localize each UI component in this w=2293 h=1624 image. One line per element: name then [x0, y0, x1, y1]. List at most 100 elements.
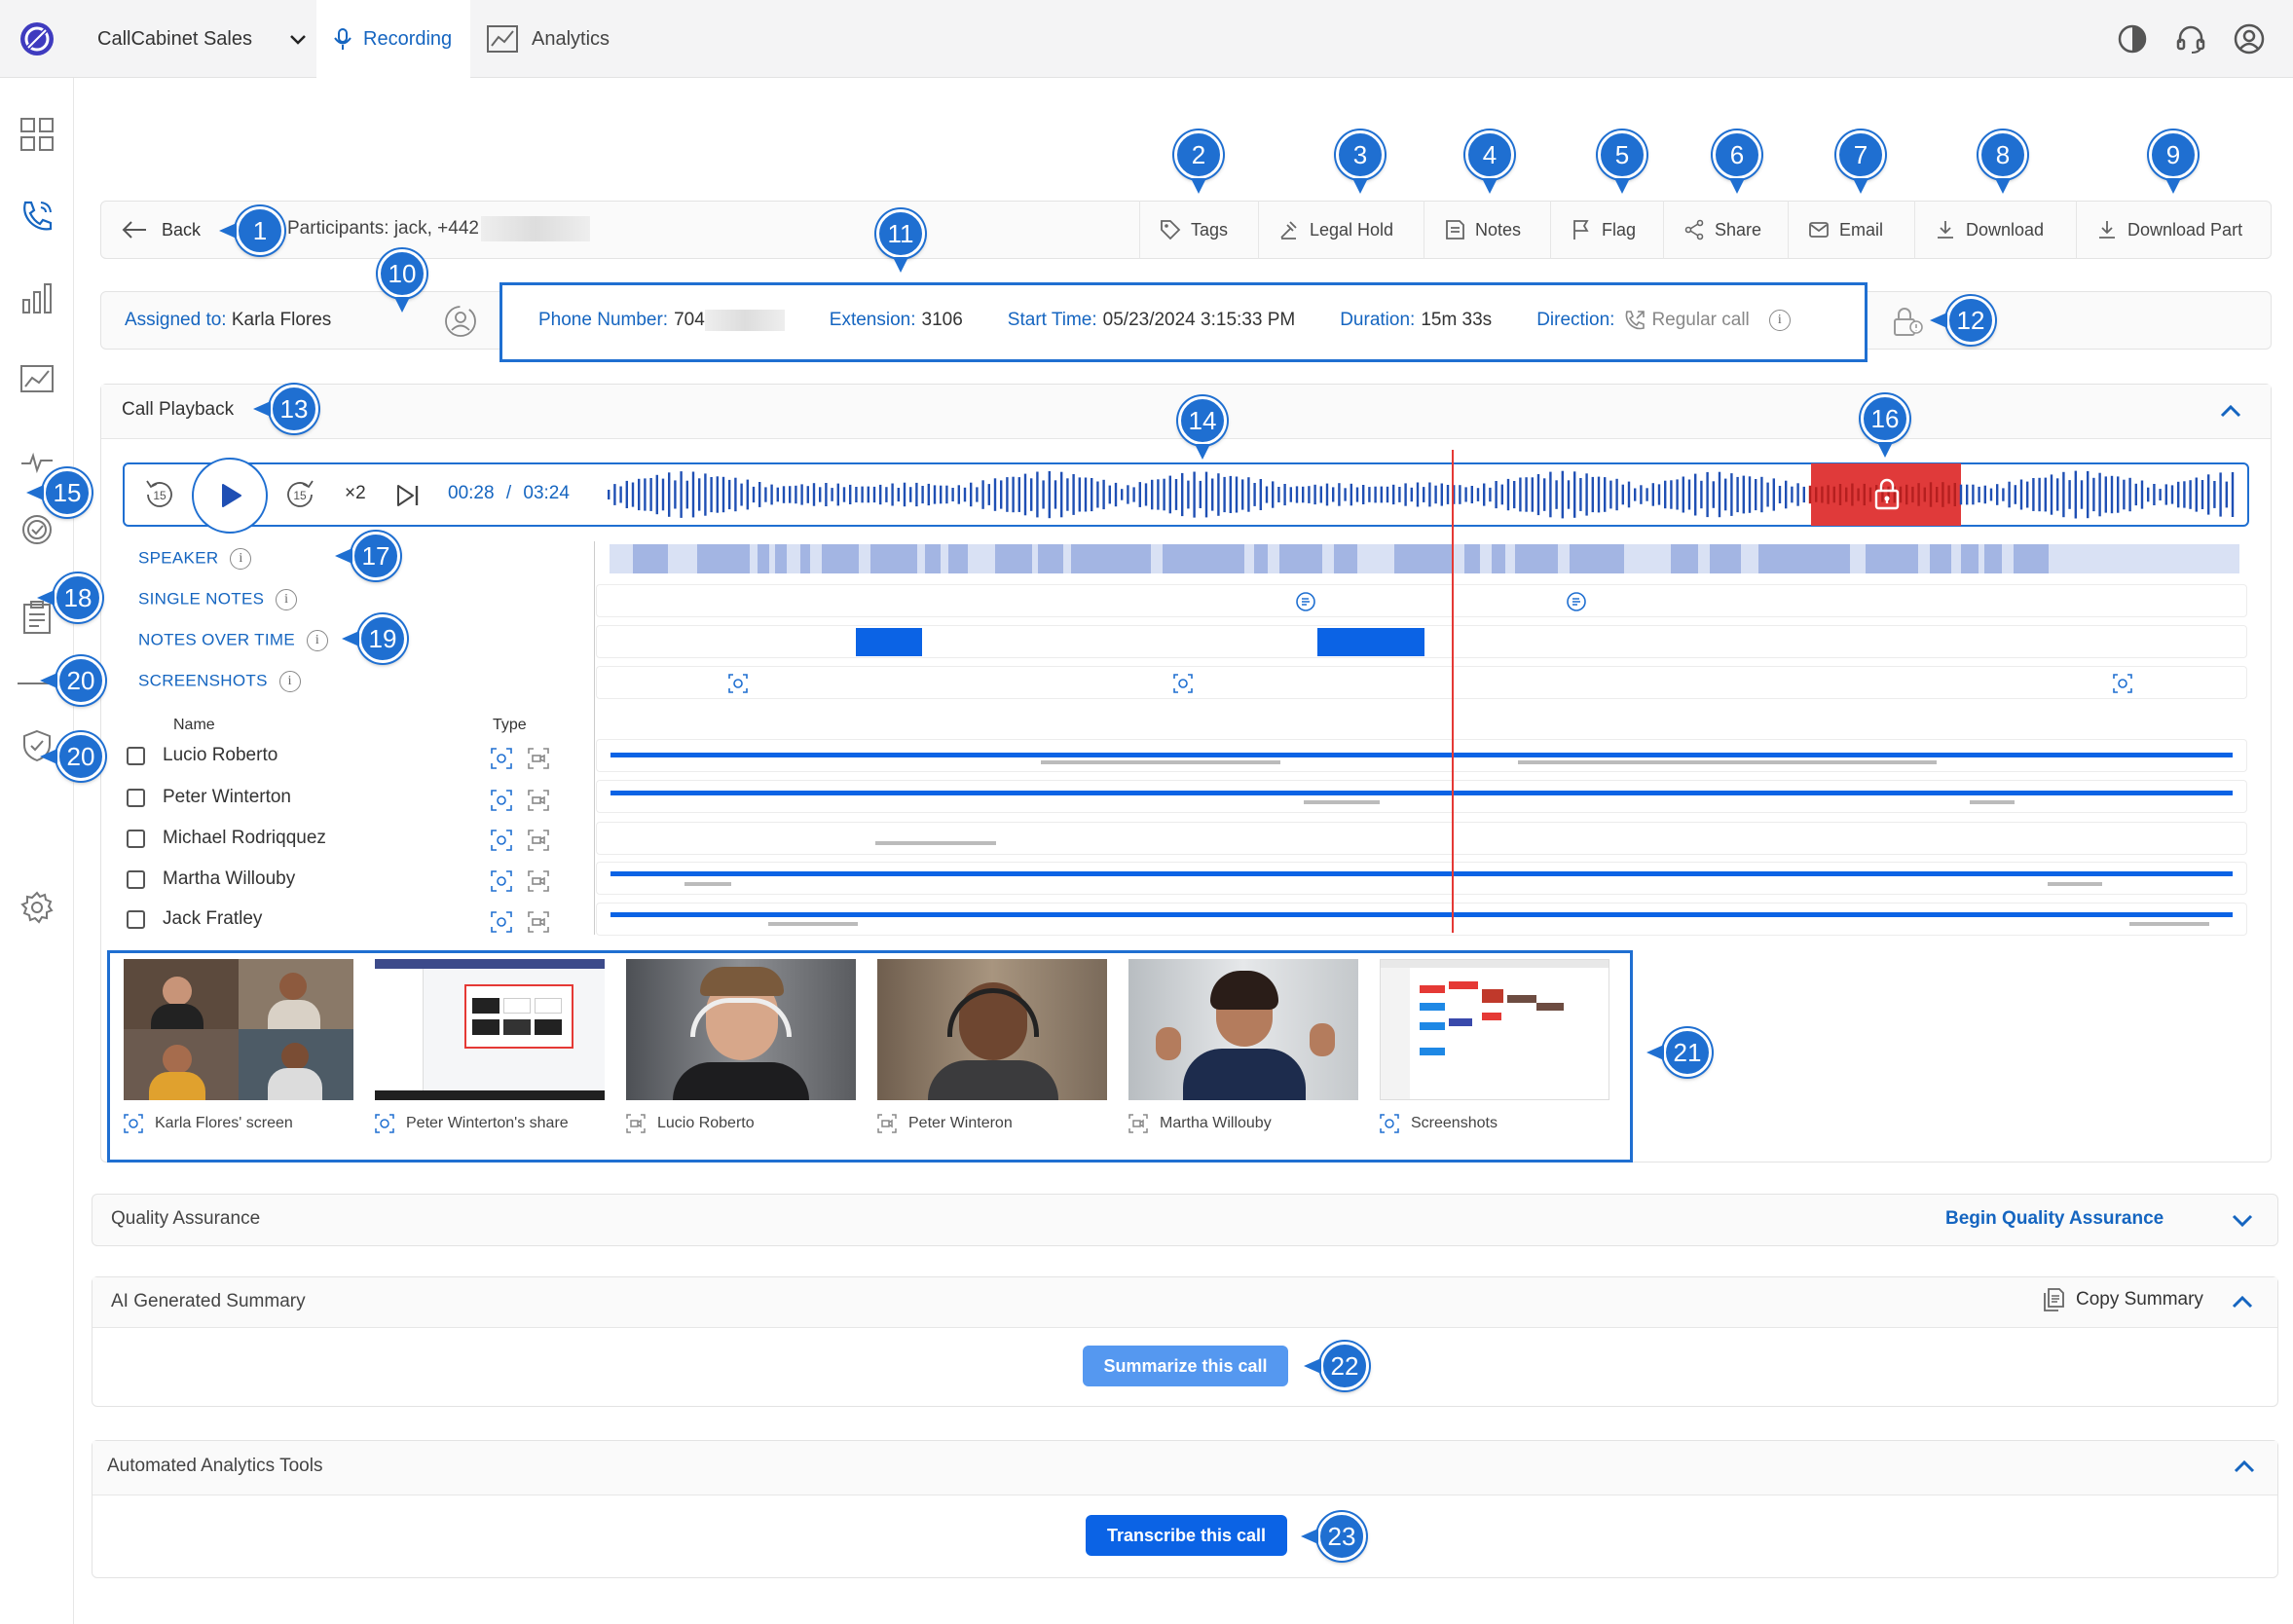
note-marker-icon[interactable]	[1566, 591, 1587, 612]
audio-waveform[interactable]	[606, 465, 2238, 524]
speaker-segment[interactable]	[775, 544, 787, 573]
flag-button[interactable]: Flag	[1550, 201, 1663, 259]
lock-icon[interactable]	[1889, 304, 1924, 339]
screenshot-marker-icon[interactable]	[727, 673, 749, 694]
download-button[interactable]: Download	[1914, 201, 2076, 259]
workspace-selector[interactable]: CallCabinet Sales	[97, 0, 309, 78]
participant-checkbox[interactable]	[127, 869, 145, 889]
speaker-segment[interactable]	[1492, 544, 1505, 573]
info-icon[interactable]: i	[307, 630, 328, 651]
media-thumbnail[interactable]	[877, 959, 1107, 1100]
ai-summary-header[interactable]	[92, 1277, 2277, 1328]
media-thumbnail[interactable]	[626, 959, 856, 1100]
forward-15-icon[interactable]: 15	[282, 477, 317, 512]
summarize-call-button[interactable]: Summarize this call	[1083, 1346, 1288, 1386]
playhead[interactable]	[1452, 450, 1454, 933]
chevron-up-icon[interactable]	[2230, 1290, 2255, 1315]
speaker-segment[interactable]	[925, 544, 941, 573]
chevron-down-icon[interactable]	[2230, 1207, 2255, 1233]
speaker-segment[interactable]	[1758, 544, 1850, 573]
skip-to-end-icon[interactable]	[393, 481, 423, 510]
check-circle-icon[interactable]	[19, 512, 55, 547]
speaker-segment[interactable]	[1394, 544, 1453, 573]
notes-button[interactable]: Notes	[1424, 201, 1550, 259]
chevron-up-icon[interactable]	[2232, 1455, 2257, 1480]
speaker-segment[interactable]	[2014, 544, 2049, 573]
speaker-segment[interactable]	[1515, 544, 1558, 573]
automated-analytics-header[interactable]	[92, 1441, 2277, 1495]
participant-lane[interactable]	[596, 780, 2247, 813]
participant-checkbox[interactable]	[127, 909, 145, 929]
transcribe-call-button[interactable]: Transcribe this call	[1086, 1515, 1287, 1556]
speaker-segment[interactable]	[1710, 544, 1741, 573]
speaker-segment[interactable]	[1570, 544, 1624, 573]
media-thumbnail[interactable]	[1380, 959, 1609, 1100]
email-button[interactable]: Email	[1788, 201, 1914, 259]
screenshot-marker-icon[interactable]	[2112, 673, 2133, 694]
speaker-lane[interactable]	[596, 542, 2247, 575]
participant-lane[interactable]	[596, 903, 2247, 936]
video-type-icon[interactable]	[528, 870, 549, 892]
speaker-segment[interactable]	[870, 544, 917, 573]
speaker-segment[interactable]	[1961, 544, 1979, 573]
speaker-segment[interactable]	[1334, 544, 1357, 573]
note-marker-icon[interactable]	[1295, 591, 1316, 612]
participant-checkbox[interactable]	[127, 788, 145, 807]
speaker-segment[interactable]	[1866, 544, 1918, 573]
tags-button[interactable]: Tags	[1139, 201, 1258, 259]
screen-share-type-icon[interactable]	[491, 830, 512, 851]
download-part-button[interactable]: Download Part	[2076, 201, 2271, 259]
share-button[interactable]: Share	[1663, 201, 1788, 259]
speaker-segment[interactable]	[995, 544, 1032, 573]
screen-share-type-icon[interactable]	[491, 748, 512, 769]
reassign-user-icon[interactable]	[443, 304, 478, 339]
media-thumbnail[interactable]	[375, 959, 605, 1100]
speaker-segment[interactable]	[948, 544, 968, 573]
participant-lane[interactable]	[596, 739, 2247, 772]
copy-summary-button[interactable]: Copy Summary	[2041, 1287, 2203, 1312]
video-type-icon[interactable]	[528, 790, 549, 811]
bar-chart-icon[interactable]	[19, 280, 55, 315]
note-range[interactable]	[1317, 628, 1424, 656]
headset-icon[interactable]	[2175, 23, 2206, 55]
speaker-segment[interactable]	[800, 544, 810, 573]
video-type-icon[interactable]	[528, 830, 549, 851]
speaker-segment[interactable]	[697, 544, 750, 573]
screen-share-type-icon[interactable]	[491, 790, 512, 811]
speaker-segment[interactable]	[1071, 544, 1151, 573]
phone-calls-icon[interactable]	[19, 199, 55, 234]
speaker-segment[interactable]	[1671, 544, 1698, 573]
dashboard-grid-icon[interactable]	[19, 117, 55, 152]
tab-analytics[interactable]: Analytics	[487, 0, 610, 78]
participant-checkbox[interactable]	[127, 829, 145, 848]
participant-checkbox[interactable]	[127, 746, 145, 765]
legal-hold-button[interactable]: Legal Hold	[1258, 201, 1424, 259]
speaker-segment[interactable]	[1279, 544, 1322, 573]
play-button[interactable]	[192, 458, 268, 534]
screen-share-type-icon[interactable]	[491, 870, 512, 892]
note-range[interactable]	[856, 628, 922, 656]
app-logo[interactable]	[18, 19, 56, 58]
speaker-segment[interactable]	[822, 544, 859, 573]
chevron-up-icon[interactable]	[2218, 399, 2243, 424]
info-icon[interactable]: i	[1768, 310, 1791, 331]
speed-button[interactable]: ×2	[345, 483, 366, 504]
participant-lane[interactable]	[596, 822, 2247, 855]
speaker-segment[interactable]	[633, 544, 668, 573]
settings-gear-icon[interactable]	[19, 890, 55, 925]
tab-recording[interactable]: Recording	[316, 0, 470, 78]
speaker-segment[interactable]	[1984, 544, 2002, 573]
screen-share-type-icon[interactable]	[491, 911, 512, 933]
speaker-segment[interactable]	[1163, 544, 1244, 573]
info-icon[interactable]: i	[278, 671, 301, 692]
speaker-segment[interactable]	[1038, 544, 1063, 573]
begin-qa-link[interactable]: Begin Quality Assurance	[1945, 1208, 2164, 1230]
speaker-segment[interactable]	[758, 544, 769, 573]
info-icon[interactable]: i	[276, 589, 298, 610]
theme-toggle-icon[interactable]	[2117, 23, 2148, 55]
participant-lane[interactable]	[596, 862, 2247, 895]
media-thumbnail[interactable]	[124, 959, 353, 1100]
user-profile-icon[interactable]	[2234, 23, 2265, 55]
media-thumbnail[interactable]	[1128, 959, 1358, 1100]
pulse-icon[interactable]	[19, 444, 55, 479]
